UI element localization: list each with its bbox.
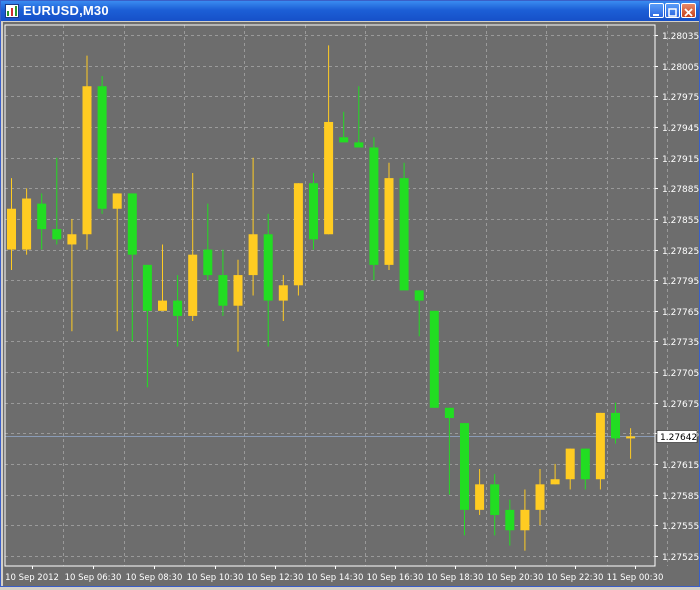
candle-body <box>460 423 469 510</box>
window-title: EURUSD,M30 <box>23 3 109 18</box>
candle-body <box>112 193 122 209</box>
y-tick-label: 1.27855 <box>662 216 699 226</box>
candle-body <box>248 234 258 276</box>
current-price-label: 1.27642 <box>660 433 697 443</box>
maximize-button[interactable] <box>665 3 680 18</box>
candle-body <box>7 208 16 250</box>
y-tick-label: 1.27615 <box>662 461 699 471</box>
candle[interactable] <box>369 137 379 281</box>
candle[interactable] <box>429 310 439 408</box>
x-tick-label: 10 Sep 10:30 <box>187 573 244 583</box>
y-tick-label: 1.27555 <box>662 522 699 532</box>
y-tick-label: 1.27885 <box>662 185 699 195</box>
candle-body <box>384 178 394 265</box>
candle-body <box>354 142 364 148</box>
candle-body <box>611 412 620 439</box>
close-icon <box>684 8 693 17</box>
candle-body <box>173 300 183 316</box>
maximize-icon <box>668 8 677 17</box>
candle-body <box>399 178 409 291</box>
candle-body <box>67 234 77 245</box>
candle-body <box>475 484 485 510</box>
candle-body <box>293 183 303 286</box>
candle-body <box>369 147 379 265</box>
candle-body <box>520 509 530 531</box>
y-tick-label: 1.27945 <box>662 124 699 134</box>
candle[interactable] <box>97 76 107 214</box>
candle-body <box>37 203 47 230</box>
y-tick-label: 1.27585 <box>662 492 699 502</box>
chart-window: EURUSD,M30 1.28035 1.28005 1.27975 1.27945 1… <box>0 0 700 587</box>
x-tick-label: 10 Sep 12:30 <box>247 573 304 583</box>
candle[interactable] <box>399 162 409 291</box>
candle-body <box>595 412 605 480</box>
x-tick-label: 10 Sep 2012 <box>5 573 59 583</box>
y-tick-label: 1.27825 <box>662 247 699 257</box>
candle[interactable] <box>595 412 605 490</box>
minimize-icon <box>653 14 659 16</box>
x-tick-label: 10 Sep 16:30 <box>367 573 424 583</box>
y-tick-label: 1.27795 <box>662 277 699 287</box>
candle-body <box>535 484 545 510</box>
candle-body <box>339 137 349 143</box>
y-tick-label: 1.28005 <box>662 63 699 73</box>
candle-body <box>52 229 62 240</box>
candle-body <box>158 300 167 311</box>
y-tick-label: 1.27915 <box>662 155 699 165</box>
minimize-button[interactable] <box>649 3 664 18</box>
plot-background <box>3 22 699 586</box>
candle-body <box>278 285 288 301</box>
x-tick-label: 10 Sep 06:30 <box>65 573 122 583</box>
x-tick-label: 10 Sep 20:30 <box>487 573 544 583</box>
candle-body <box>97 86 107 209</box>
candle-body <box>490 484 500 515</box>
close-button[interactable] <box>681 3 696 18</box>
x-tick-label: 10 Sep 18:30 <box>427 573 484 583</box>
candle-body <box>82 86 92 235</box>
y-tick-label: 1.27975 <box>662 93 699 103</box>
candle-body <box>263 234 273 301</box>
candle-body <box>22 198 32 250</box>
candle-body <box>565 448 575 480</box>
candle-body <box>233 275 243 306</box>
candle-body <box>444 407 454 418</box>
y-tick-label: 1.27525 <box>662 553 699 563</box>
x-tick-label: 10 Sep 08:30 <box>126 573 183 583</box>
candle-body <box>414 290 424 301</box>
candle-body <box>626 436 636 439</box>
y-tick-label: 1.27735 <box>662 338 699 348</box>
x-tick-label: 11 Sep 00:30 <box>607 573 664 583</box>
candle-body <box>505 509 515 531</box>
y-tick-label: 1.28035 <box>662 32 699 42</box>
candle-body <box>127 193 137 255</box>
x-tick-label: 10 Sep 14:30 <box>307 573 364 583</box>
candlestick-chart[interactable]: 1.28035 1.28005 1.27975 1.27945 1.27915 1.278… <box>3 22 699 586</box>
chart-window-icon <box>5 4 19 18</box>
candle-body <box>309 183 318 240</box>
candle-body <box>429 310 439 408</box>
candle[interactable] <box>309 173 318 250</box>
chart-area[interactable]: 1.28035 1.28005 1.27975 1.27945 1.27915 1.278… <box>3 22 699 586</box>
candle[interactable] <box>384 162 394 270</box>
y-tick-label: 1.27765 <box>662 308 699 318</box>
candle-body <box>188 254 198 316</box>
y-tick-label: 1.27705 <box>662 369 699 379</box>
candle-body <box>142 264 152 311</box>
candle-body <box>324 121 334 235</box>
candle[interactable] <box>293 183 303 296</box>
candle-body <box>218 275 228 306</box>
candle-body <box>550 479 560 485</box>
title-bar[interactable]: EURUSD,M30 <box>1 1 699 21</box>
candle-body <box>203 249 213 276</box>
y-tick-label: 1.27675 <box>662 400 699 410</box>
x-tick-label: 10 Sep 22:30 <box>547 573 604 583</box>
candle-body <box>580 448 590 480</box>
